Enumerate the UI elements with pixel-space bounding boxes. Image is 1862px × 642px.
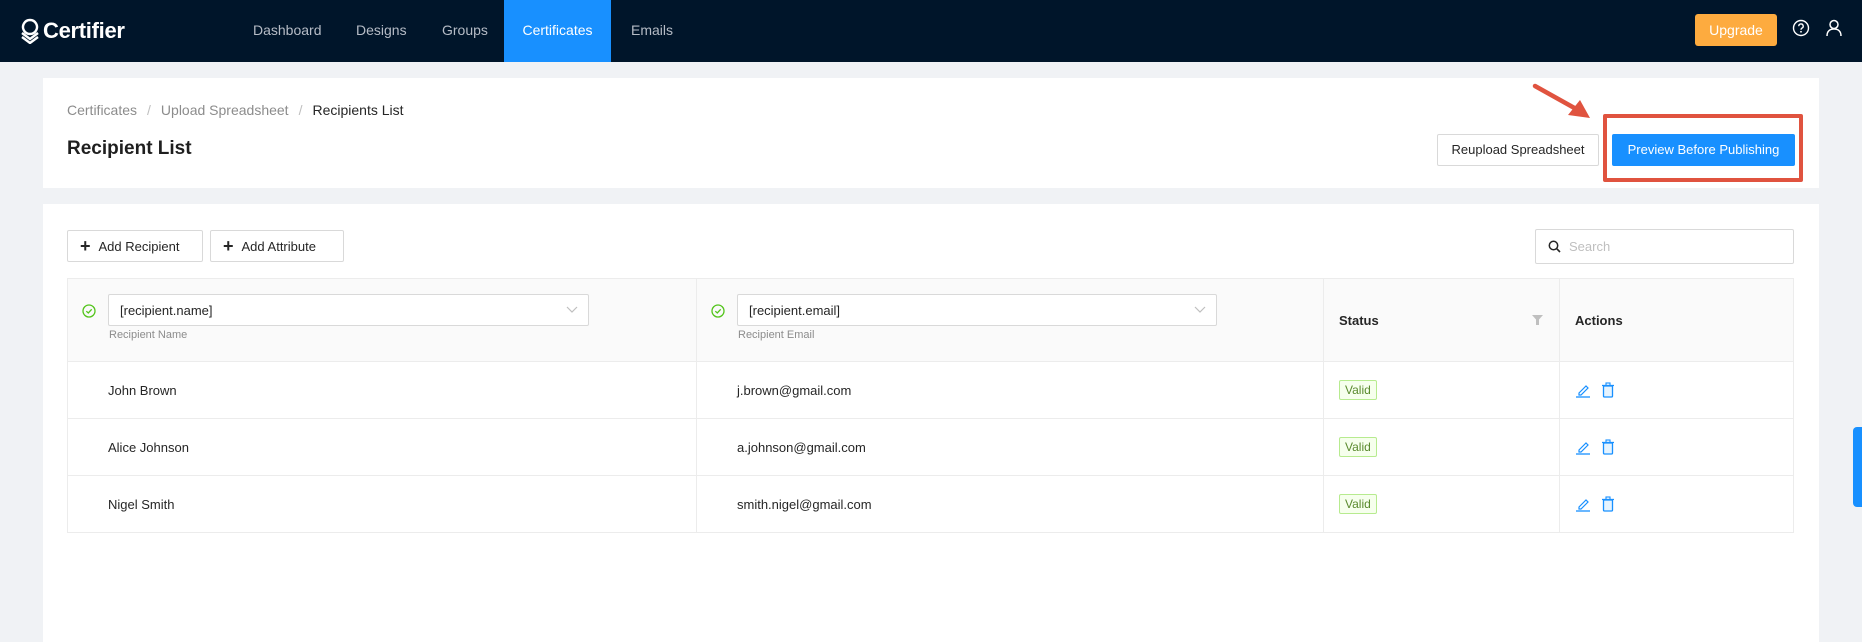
recipient-name-cell: Nigel Smith [68, 476, 697, 532]
table-row: Nigel Smith smith.nigel@gmail.com Valid [68, 476, 1793, 533]
recipient-email-cell: smith.nigel@gmail.com [697, 476, 1324, 532]
status-cell: Valid [1324, 362, 1560, 418]
status-badge: Valid [1339, 380, 1377, 400]
add-recipient-button[interactable]: + Add Recipient [67, 230, 203, 262]
edit-icon[interactable] [1575, 382, 1591, 398]
actions-cell [1560, 419, 1793, 475]
recipient-name-cell: Alice Johnson [68, 419, 697, 475]
breadcrumb: Certificates / Upload Spreadsheet / Reci… [67, 102, 404, 118]
chevron-down-icon [1194, 306, 1206, 313]
feedback-side-tab[interactable] [1853, 427, 1862, 507]
breadcrumb-recipients-list: Recipients List [312, 102, 404, 118]
table-row: John Brown j.brown@gmail.com Valid [68, 362, 1793, 419]
preview-before-publishing-button[interactable]: Preview Before Publishing [1612, 134, 1795, 166]
search-field[interactable] [1535, 229, 1794, 264]
check-circle-icon [82, 304, 96, 318]
recipients-table: [recipient.name] Recipient Name [recipie… [67, 278, 1794, 533]
status-badge: Valid [1339, 437, 1377, 457]
check-circle-icon [711, 304, 725, 318]
reupload-spreadsheet-button[interactable]: Reupload Spreadsheet [1437, 134, 1599, 166]
user-icon[interactable] [1825, 19, 1845, 39]
page-header: Certificates / Upload Spreadsheet / Reci… [43, 78, 1819, 188]
column-header-actions: Actions [1560, 279, 1793, 361]
chevron-down-icon [566, 306, 578, 313]
plus-icon: + [223, 236, 234, 256]
search-input[interactable] [1569, 239, 1769, 254]
search-icon [1548, 240, 1561, 253]
filter-icon[interactable] [1532, 315, 1543, 325]
email-mapping-value: [recipient.email] [749, 302, 841, 318]
status-cell: Valid [1324, 476, 1560, 532]
recipients-panel: + Add Recipient + Add Attribute [recipie… [43, 204, 1819, 642]
breadcrumb-separator: / [147, 102, 151, 118]
table-row: Alice Johnson a.johnson@gmail.com Valid [68, 419, 1793, 476]
brand-name: Certifier [43, 18, 125, 43]
name-column-label: Recipient Name [109, 329, 188, 341]
actions-header-label: Actions [1575, 312, 1623, 328]
page-title: Recipient List [67, 138, 192, 159]
email-column-label: Recipient Email [738, 329, 815, 341]
column-header-email: [recipient.email] Recipient Email [697, 279, 1324, 361]
recipient-email-cell: j.brown@gmail.com [697, 362, 1324, 418]
edit-icon[interactable] [1575, 439, 1591, 455]
actions-cell [1560, 476, 1793, 532]
status-badge: Valid [1339, 494, 1377, 514]
column-header-name: [recipient.name] Recipient Name [68, 279, 697, 361]
table-header-row: [recipient.name] Recipient Name [recipie… [68, 279, 1793, 362]
column-header-status: Status [1324, 279, 1560, 361]
add-attribute-label: Add Attribute [241, 238, 316, 254]
upgrade-button[interactable]: Upgrade [1695, 14, 1777, 46]
delete-icon[interactable] [1601, 496, 1615, 512]
brand-logo[interactable]: Certifier [20, 14, 125, 48]
edit-icon[interactable] [1575, 496, 1591, 512]
breadcrumb-upload-spreadsheet[interactable]: Upload Spreadsheet [161, 102, 289, 118]
breadcrumb-separator: / [298, 102, 303, 118]
nav-emails[interactable]: Emails [611, 0, 693, 62]
add-recipient-label: Add Recipient [98, 238, 180, 254]
breadcrumb-certificates[interactable]: Certificates [67, 102, 137, 118]
nav-designs[interactable]: Designs [336, 0, 427, 62]
status-header-label: Status [1339, 312, 1379, 328]
certifier-logo-icon [21, 18, 39, 44]
delete-icon[interactable] [1601, 382, 1615, 398]
plus-icon: + [80, 236, 91, 256]
recipient-name-cell: John Brown [68, 362, 697, 418]
nav-groups[interactable]: Groups [422, 0, 508, 62]
delete-icon[interactable] [1601, 439, 1615, 455]
top-navbar: Certifier Dashboard Designs Groups Certi… [0, 0, 1862, 62]
email-mapping-select[interactable]: [recipient.email] [737, 294, 1217, 326]
add-attribute-button[interactable]: + Add Attribute [210, 230, 344, 262]
name-mapping-value: [recipient.name] [120, 302, 213, 318]
recipient-email-cell: a.johnson@gmail.com [697, 419, 1324, 475]
nav-certificates[interactable]: Certificates [504, 0, 611, 62]
actions-cell [1560, 362, 1793, 418]
status-cell: Valid [1324, 419, 1560, 475]
name-mapping-select[interactable]: [recipient.name] [108, 294, 589, 326]
nav-dashboard[interactable]: Dashboard [233, 0, 342, 62]
help-icon[interactable] [1792, 19, 1812, 39]
